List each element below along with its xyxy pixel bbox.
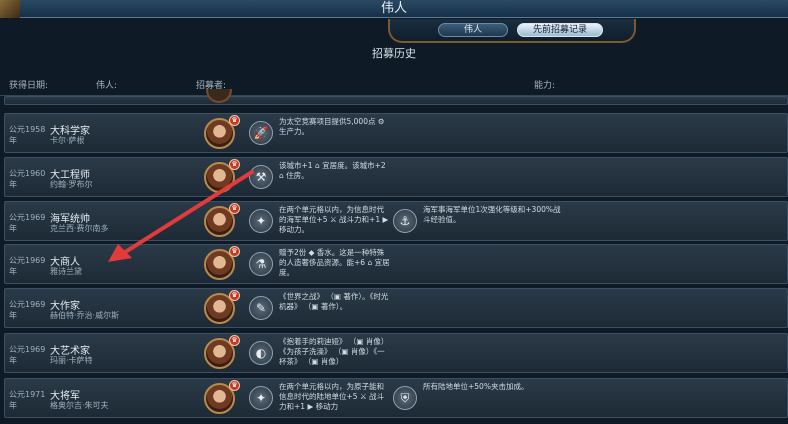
list-item[interactable]: 公元1969年 大艺术家 玛丽·卡萨特 ♛ ◐ 《抱着手的莉迪娅》 （▣ 肖像）… bbox=[4, 333, 788, 373]
ability-text: 《抱着手的莉迪娅》 （▣ 肖像）《为孩子洗澡》 （▣ 肖像）《一杯茶》 （▣ 肖… bbox=[279, 337, 389, 366]
great-person-name: 赫伯特·乔治·威尔斯 bbox=[50, 311, 120, 320]
great-person-name: 玛丽·卡萨特 bbox=[50, 356, 93, 365]
quill-icon: ✎ bbox=[249, 296, 273, 320]
list-item[interactable]: 公元1971年 大将军 格奥尔吉·朱可夫 ♛ ✦ 在两个单元格以内，为原子能和信… bbox=[4, 378, 788, 418]
great-person-name: 格奥尔吉·朱可夫 bbox=[50, 401, 109, 410]
great-person-name: 克兰西·费尔南多 bbox=[50, 224, 109, 233]
civ-badge-icon: ♛ bbox=[229, 246, 240, 257]
column-header-date: 获得日期: bbox=[9, 81, 49, 91]
window-title: 伟人 bbox=[380, 1, 407, 16]
list-item[interactable]: 公元1969年 大商人 雅诗兰黛 ♛ ⚗ 赠予2份 ◆ 香水。这是一种特殊的人造… bbox=[4, 244, 788, 284]
tab-group: 伟人 先前招募记录 bbox=[388, 19, 636, 43]
civ-badge-icon: ♛ bbox=[229, 159, 240, 170]
ship-icon: ⚓ bbox=[393, 209, 417, 233]
column-header-person: 伟人: bbox=[96, 81, 118, 91]
column-header-ability: 能力: bbox=[534, 81, 556, 91]
ability-text: 《世界之战》 （▣ 著作）。《时光机器》 （▣ 著作）。 bbox=[279, 292, 389, 311]
ability-text: 赠予2份 ◆ 香水。这是一种特殊的人造奢侈品资源。能+6 ⌂ 宜居度。 bbox=[279, 248, 390, 277]
civ-badge-icon: ♛ bbox=[229, 115, 240, 126]
great-person-name: 约翰·罗布尔 bbox=[50, 180, 93, 189]
top-bar: 伟人 bbox=[0, 0, 788, 18]
perfume-icon: ⚗ bbox=[249, 252, 273, 276]
ability-text: 该城市+1 ⌂ 宜居度。该城市+2 ⌂ 住房。 bbox=[279, 161, 386, 180]
civ-badge-icon: ♛ bbox=[229, 203, 240, 214]
date-label: 公元1971年 bbox=[9, 390, 46, 410]
ability-text-secondary: 海军事海军单位1次强化等级和+300%战斗经验值。 bbox=[423, 205, 561, 224]
great-person-name: 雅诗兰黛 bbox=[50, 267, 82, 276]
date-label: 公元1958年 bbox=[9, 125, 46, 145]
list-item[interactable]: 公元1958年 大科学家 卡尔·萨根 ♛ 🚀 为太空竞赛项目提供5,000点 ⚙… bbox=[4, 113, 788, 153]
ability-text: 在两个单元格以内，为信息时代的海军单位+5 ⚔ 战斗力和+1 ▶ 移动力。 bbox=[279, 205, 389, 234]
ability-text-secondary: 所有陆地单位+50%夹击加成。 bbox=[423, 382, 529, 391]
date-label: 公元1969年 bbox=[9, 213, 46, 233]
list-item-partial bbox=[4, 89, 788, 105]
civ-badge-icon: ♛ bbox=[229, 290, 240, 301]
date-label: 公元1969年 bbox=[9, 300, 46, 320]
tab-previous-recruits[interactable]: 先前招募记录 bbox=[517, 23, 603, 37]
date-label: 公元1969年 bbox=[9, 345, 46, 365]
rocket-icon: 🚀 bbox=[249, 121, 273, 145]
ability-text: 为太空竞赛项目提供5,000点 ⚙ 生产力。 bbox=[279, 117, 385, 136]
palette-icon: ◐ bbox=[249, 341, 273, 365]
tools-icon: ⚒ bbox=[249, 165, 273, 189]
list-item[interactable]: 公元1960年 大工程师 约翰·罗布尔 ♛ ⚒ 该城市+1 ⌂ 宜居度。该城市+… bbox=[4, 157, 788, 197]
compass-icon: ✦ bbox=[249, 209, 273, 233]
portrait-partial bbox=[206, 89, 232, 103]
civ-badge-icon: ♛ bbox=[229, 380, 240, 391]
list-item[interactable]: 公元1969年 海军统帅 克兰西·费尔南多 ♛ ✦ 在两个单元格以内，为信息时代… bbox=[4, 201, 788, 241]
section-title: 招募历史 bbox=[372, 47, 416, 60]
tab-great-people[interactable]: 伟人 bbox=[438, 23, 508, 37]
shield-icon: ⛨ bbox=[393, 386, 417, 410]
date-label: 公元1969年 bbox=[9, 256, 46, 276]
ability-text: 在两个单元格以内，为原子能和信息时代的陆地单位+5 ⚔ 战斗力和+1 ▶ 移动力 bbox=[279, 382, 385, 411]
compass-icon: ✦ bbox=[249, 386, 273, 410]
civ-badge-icon: ♛ bbox=[229, 335, 240, 346]
date-label: 公元1960年 bbox=[9, 169, 46, 189]
list-item[interactable]: 公元1969年 大作家 赫伯特·乔治·威尔斯 ♛ ✎ 《世界之战》 （▣ 著作）… bbox=[4, 288, 788, 328]
great-person-name: 卡尔·萨根 bbox=[50, 136, 85, 145]
